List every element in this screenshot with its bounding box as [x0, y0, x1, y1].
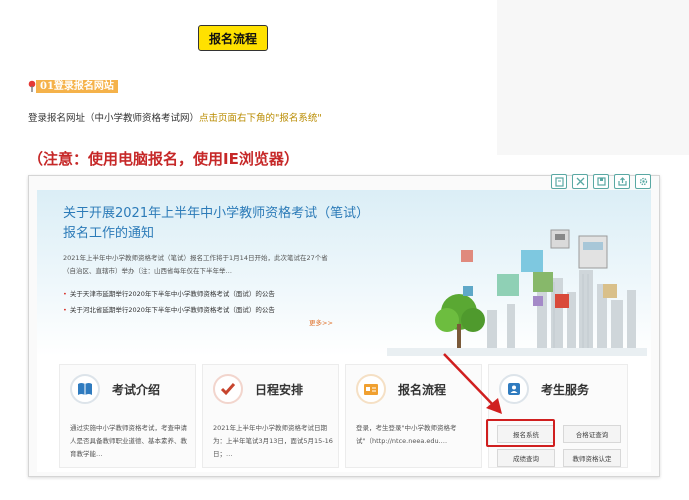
card-title: 考试介绍: [112, 382, 161, 397]
banner-link-list: • 关于天津市延期举行2020年下半年中小学教师资格考试（面试）的公告 • 关于河北…: [63, 286, 275, 318]
score-query-button[interactable]: 成绩查询: [497, 449, 555, 467]
side-blank-panel: [497, 0, 689, 155]
screenshot-toolbar: [551, 174, 651, 189]
checkmark-icon: [213, 374, 243, 404]
registration-process-button[interactable]: 报名流程: [198, 25, 268, 51]
more-link[interactable]: 更多>>: [309, 317, 333, 327]
website-screenshot: 关于开展2021年上半年中小学教师资格考试（笔试）报名工作的通知 2021年上半…: [28, 174, 660, 477]
expand-icon[interactable]: [572, 174, 588, 189]
form-icon: [356, 374, 386, 404]
card-header: 日程安排: [213, 374, 303, 404]
card-exam-intro[interactable]: 考试介绍 通过实施中小学教师资格考试，考查申请人是否具备教师职业道德、基本素养、…: [59, 364, 196, 468]
card-text: 通过实施中小学教师资格考试，考查申请人是否具备教师职业道德、基本素养、教育教学能…: [70, 424, 187, 458]
card-title: 考生服务: [541, 382, 590, 397]
tutorial-page: 报名流程 01登录报名网站 登录报名网址（中小学教师资格考试网）点击页面右下角的…: [0, 0, 689, 500]
card-header: 考试介绍: [70, 374, 160, 404]
browser-warning: （注意：使用电脑报名，使用IE浏览器）: [28, 150, 299, 168]
feature-cards: 考试介绍 通过实施中小学教师资格考试，考查申请人是否具备教师职业道德、基本素养、…: [37, 356, 651, 472]
card-text: 2021年上半年中小学教师资格考试日期为：上半年笔试3月13日，面试5月15-1…: [213, 424, 333, 458]
city-cubes-illustration: [387, 229, 647, 356]
intro-text: 登录报名网址（中小学教师资格考试网）点击页面右下角的"报名系统": [28, 110, 322, 124]
step-label: 01登录报名网站: [36, 79, 118, 93]
banner-title[interactable]: 关于开展2021年上半年中小学教师资格考试（笔试）报名工作的通知: [63, 204, 363, 244]
share-icon[interactable]: [614, 174, 630, 189]
intro-text-highlight: 点击页面右下角的"报名系统": [199, 113, 322, 124]
banner-link[interactable]: • 关于天津市延期举行2020年下半年中小学教师资格考试（面试）的公告: [63, 286, 275, 302]
save-icon[interactable]: [593, 174, 609, 189]
bookmark-icon[interactable]: [551, 174, 567, 189]
news-banner: 关于开展2021年上半年中小学教师资格考试（笔试）报名工作的通知 2021年上半…: [37, 190, 651, 356]
book-icon: [70, 374, 100, 404]
highlight-box: [486, 419, 555, 447]
banner-description: 2021年上半年中小学教师资格考试（笔试）报名工作将于1月14日开始，此次笔试在…: [63, 254, 328, 275]
certificate-query-button[interactable]: 合格证查询: [563, 425, 621, 443]
pointer-arrow: [443, 353, 502, 414]
banner-link-text[interactable]: 关于天津市延期举行2020年下半年中小学教师资格考试（面试）的公告: [70, 290, 275, 298]
banner-link[interactable]: • 关于河北省延期举行2020年下半年中小学教师资格考试（面试）的公告: [63, 302, 275, 318]
step-heading: 01登录报名网站: [28, 79, 118, 93]
intro-text-plain: 登录报名网址（中小学教师资格考试网）: [28, 113, 200, 124]
settings-icon[interactable]: [635, 174, 651, 189]
card-schedule[interactable]: 日程安排 2021年上半年中小学教师资格考试日期为：上半年笔试3月13日，面试5…: [202, 364, 339, 468]
teacher-certification-button[interactable]: 教师资格认定: [563, 449, 621, 467]
card-title: 日程安排: [255, 382, 304, 397]
banner-link-text[interactable]: 关于河北省延期举行2020年下半年中小学教师资格考试（面试）的公告: [70, 306, 275, 314]
card-header: 考生服务: [499, 374, 589, 404]
card-text: 登录，考生登录"中小学教师资格考试"（http://ntce.neea.edu.…: [356, 424, 457, 445]
card-title: 报名流程: [398, 382, 447, 397]
pin-icon: [28, 80, 36, 92]
card-header: 报名流程: [356, 374, 446, 404]
